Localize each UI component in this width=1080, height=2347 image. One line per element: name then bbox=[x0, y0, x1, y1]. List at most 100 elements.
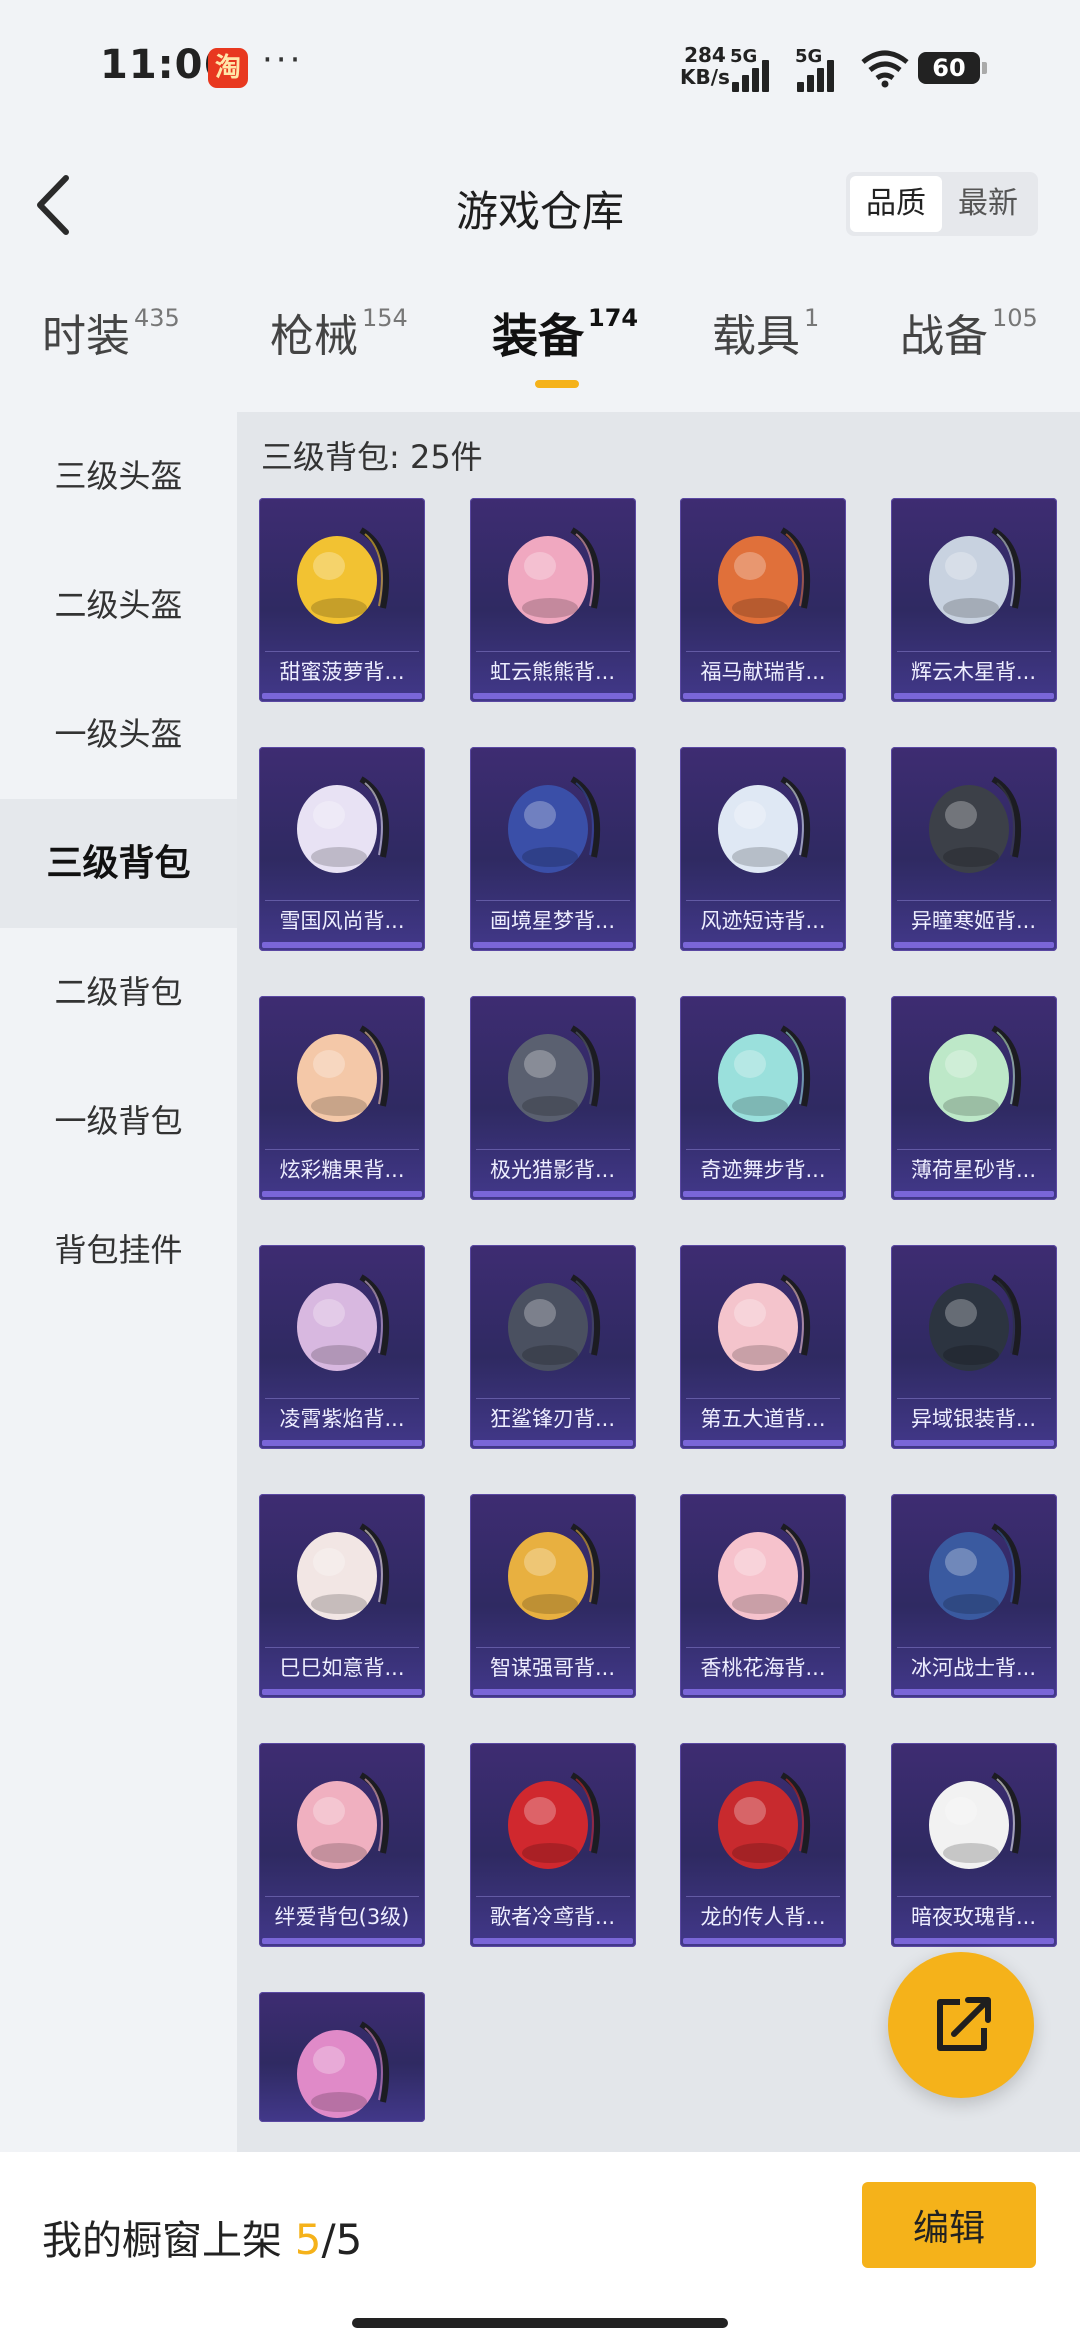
rarity-bar bbox=[683, 1689, 843, 1695]
sidebar-item-lvl2-backpack[interactable]: 二级背包 bbox=[0, 928, 237, 1057]
heart-backpack-icon bbox=[297, 1772, 390, 1869]
share-float-button[interactable] bbox=[888, 1952, 1034, 2098]
rarity-bar bbox=[262, 1938, 422, 1944]
item-card[interactable]: 智谋强哥背... bbox=[469, 1494, 636, 1698]
showcase-total: /5 bbox=[321, 2215, 363, 2264]
item-card[interactable]: 凌霄紫焰背... bbox=[259, 1245, 425, 1449]
item-card[interactable]: 巳巳如意背... bbox=[259, 1494, 425, 1698]
item-name: 福马献瑞背... bbox=[686, 651, 840, 692]
sidebar-item-lvl3-backpack[interactable]: 三级背包 bbox=[0, 799, 237, 928]
wifi-icon bbox=[861, 50, 909, 88]
rarity-bar bbox=[893, 693, 1054, 699]
item-card[interactable]: 狂鲨锋刃背... bbox=[469, 1245, 636, 1449]
item-card[interactable]: 薄荷星砂背... bbox=[890, 996, 1057, 1200]
item-card[interactable]: 虹云熊熊背... bbox=[469, 498, 636, 702]
edit-button[interactable]: 编辑 bbox=[862, 2182, 1036, 2268]
sort-toggle[interactable]: 品质 最新 bbox=[846, 172, 1038, 236]
rarity-bar bbox=[683, 693, 843, 699]
item-name: 香桃花海背... bbox=[686, 1647, 840, 1688]
item-card[interactable]: 暗夜玫瑰背... bbox=[890, 1743, 1057, 1947]
tab-battle-gear[interactable]: 战备 105 bbox=[900, 300, 1038, 390]
item-card[interactable]: 异域银装背... bbox=[890, 1245, 1057, 1449]
red-travel-backpack-icon bbox=[718, 1772, 811, 1869]
signal-bars-icon bbox=[730, 60, 780, 92]
boombox-backpack-icon bbox=[297, 2021, 390, 2118]
mirror-backpack-icon bbox=[507, 776, 600, 873]
sort-option-latest[interactable]: 最新 bbox=[942, 176, 1034, 232]
item-name: 绊爱背包(3级) bbox=[265, 1896, 419, 1937]
item-card[interactable]: 炫彩糖果背... bbox=[259, 996, 425, 1200]
tab-equipment[interactable]: 装备 174 bbox=[492, 300, 638, 390]
item-name: 异瞳寒姬背... bbox=[896, 900, 1051, 941]
item-card[interactable]: 龙的传人背... bbox=[680, 1743, 846, 1947]
item-card[interactable]: 异瞳寒姬背... bbox=[890, 747, 1057, 951]
item-card[interactable]: 香桃花海背... bbox=[680, 1494, 846, 1698]
item-card[interactable]: 甜蜜菠萝背... bbox=[259, 498, 425, 702]
item-card[interactable]: 画境星梦背... bbox=[469, 747, 636, 951]
more-notifications-icon: ··· bbox=[262, 40, 304, 80]
tab-label: 装备 bbox=[492, 309, 584, 363]
rarity-bar bbox=[893, 1191, 1054, 1197]
sidebar-item-lvl1-helmet[interactable]: 一级头盔 bbox=[0, 670, 237, 799]
rarity-bar bbox=[893, 942, 1054, 948]
snake-backpack-icon bbox=[297, 1523, 390, 1620]
item-name: 冰河战士背... bbox=[896, 1647, 1051, 1688]
tab-label: 载具 bbox=[712, 311, 800, 362]
tab-fashion[interactable]: 时装 435 bbox=[42, 300, 180, 390]
rarity-bar bbox=[893, 1938, 1054, 1944]
tactical-backpack-icon bbox=[928, 1274, 1021, 1371]
donut-backpack-icon bbox=[297, 1025, 390, 1122]
pineapple-backpack-icon bbox=[297, 527, 390, 624]
rarity-bar bbox=[262, 1689, 422, 1695]
rarity-bar bbox=[472, 1938, 633, 1944]
rarity-bar bbox=[893, 1440, 1054, 1446]
item-card[interactable]: 奇迹舞步背... bbox=[680, 996, 846, 1200]
rarity-bar bbox=[262, 942, 422, 948]
sidebar-item-lvl1-backpack[interactable]: 一级背包 bbox=[0, 1057, 237, 1186]
rarity-bar bbox=[683, 1440, 843, 1446]
bee-backpack-icon bbox=[507, 1523, 600, 1620]
home-indicator[interactable] bbox=[352, 2318, 728, 2328]
sidebar-item-lvl2-helmet[interactable]: 二级头盔 bbox=[0, 541, 237, 670]
item-name: 智谋强哥背... bbox=[475, 1647, 630, 1688]
item-name: 甜蜜菠萝背... bbox=[265, 651, 419, 692]
item-card[interactable]: 风迹短诗背... bbox=[680, 747, 846, 951]
tab-firearms[interactable]: 枪械 154 bbox=[270, 300, 408, 390]
mint-pouch-backpack-icon bbox=[928, 1025, 1021, 1122]
tab-label: 枪械 bbox=[270, 311, 358, 362]
item-name: 风迹短诗背... bbox=[686, 900, 840, 941]
network-speed-value: 284 bbox=[684, 43, 726, 67]
item-card[interactable]: 福马献瑞背... bbox=[680, 498, 846, 702]
item-card[interactable]: 第五大道背... bbox=[680, 1245, 846, 1449]
item-name: 歌者冷鸢背... bbox=[475, 1896, 630, 1937]
rarity-bar bbox=[893, 1689, 1054, 1695]
rarity-bar bbox=[683, 1938, 843, 1944]
item-grid-panel: 三级背包: 25件 甜蜜菠萝背... 虹云熊熊背... 福马献瑞背... 辉云木星背.… bbox=[237, 412, 1080, 2152]
item-card[interactable]: 极光猎影背... bbox=[469, 996, 636, 1200]
signal-bars-icon bbox=[795, 60, 845, 92]
item-card[interactable]: 歌者冷鸢背... bbox=[469, 1743, 636, 1947]
item-card[interactable]: 辉云木星背... bbox=[890, 498, 1057, 702]
sort-option-quality[interactable]: 品质 bbox=[850, 176, 942, 232]
showcase-count: 5 bbox=[294, 2215, 322, 2264]
rarity-bar bbox=[683, 942, 843, 948]
share-external-icon bbox=[937, 1997, 991, 2051]
rarity-bar bbox=[472, 1689, 633, 1695]
item-card[interactable] bbox=[259, 1992, 425, 2122]
item-name: 凌霄紫焰背... bbox=[265, 1398, 419, 1439]
rarity-bar bbox=[472, 693, 633, 699]
horse-backpack-icon bbox=[718, 527, 811, 624]
penguin-backpack-icon bbox=[297, 776, 390, 873]
tab-vehicles[interactable]: 载具 1 bbox=[712, 300, 819, 390]
sidebar-item-backpack-charms[interactable]: 背包挂件 bbox=[0, 1186, 237, 1315]
item-name: 奇迹舞步背... bbox=[686, 1149, 840, 1190]
tab-label: 战备 bbox=[900, 311, 988, 362]
item-name: 炫彩糖果背... bbox=[265, 1149, 419, 1190]
item-card[interactable]: 绊爱背包(3级) bbox=[259, 1743, 425, 1947]
sidebar-item-lvl3-helmet[interactable]: 三级头盔 bbox=[0, 412, 237, 541]
section-title: 三级背包: 25件 bbox=[261, 438, 483, 476]
item-card[interactable]: 冰河战士背... bbox=[890, 1494, 1057, 1698]
quiver-backpack-icon bbox=[507, 1025, 600, 1122]
item-card[interactable]: 雪国风尚背... bbox=[259, 747, 425, 951]
item-name: 第五大道背... bbox=[686, 1398, 840, 1439]
